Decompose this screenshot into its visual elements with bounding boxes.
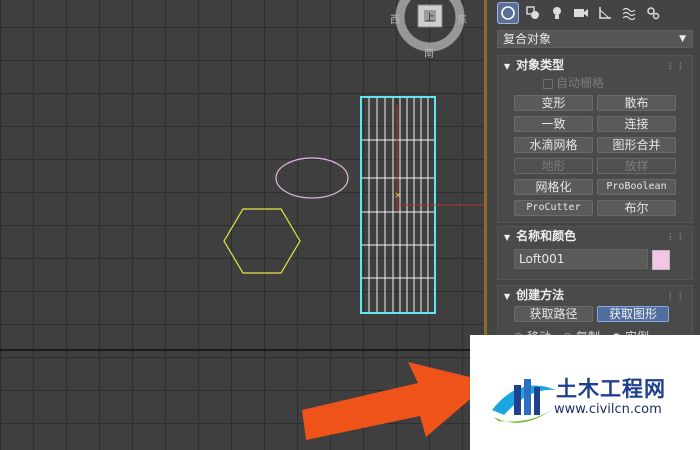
watermark: 土木工程网 www.civilcn.com [470, 335, 700, 450]
watermark-url: www.civilcn.com [554, 402, 662, 417]
civilcn-logo-icon [492, 379, 558, 423]
watermark-title: 土木工程网 [556, 377, 666, 401]
